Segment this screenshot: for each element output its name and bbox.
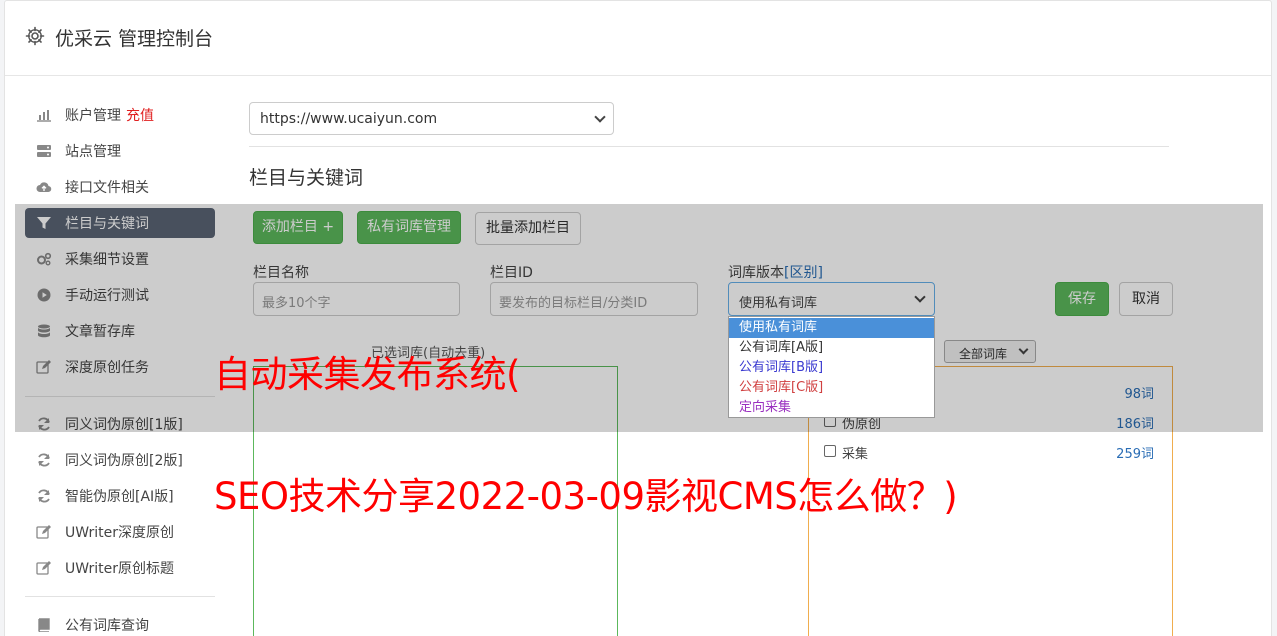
database-icon — [38, 324, 50, 338]
sidebar-item-uwriter-deep[interactable]: UWriter深度原创 — [25, 517, 215, 547]
recharge-link[interactable]: 充值 — [126, 108, 154, 124]
server-icon — [37, 145, 51, 157]
chevron-down-icon — [914, 291, 926, 303]
cloud-upload-icon — [36, 182, 52, 193]
bar-chart-icon — [37, 110, 51, 122]
sidebar-item-label: 深度原创任务 — [65, 360, 149, 376]
sidebar-item-manual-test[interactable]: 手动运行测试 — [25, 280, 215, 310]
sidebar-item-article-store[interactable]: 文章暂存库 — [25, 316, 215, 346]
lib-name: 采集 — [842, 447, 869, 462]
sidebar-divider — [25, 396, 215, 397]
column-id-label: 栏目ID — [490, 265, 533, 281]
sidebar-item-label: 文章暂存库 — [65, 324, 135, 340]
dropdown-option[interactable]: 使用私有词库 — [729, 318, 934, 338]
column-name-label: 栏目名称 — [253, 265, 309, 281]
sidebar-item-label: 接口文件相关 — [65, 180, 149, 196]
sidebar-item-label: 采集细节设置 — [65, 252, 149, 268]
refresh-icon — [38, 489, 50, 503]
sidebar-item-label: UWriter深度原创 — [65, 525, 174, 541]
lib-version-value: 使用私有词库 — [739, 296, 818, 311]
sidebar-item-label: 公有词库查询 — [65, 618, 149, 634]
overlay-headline-line2: SEO技术分享2022-03-09影视CMS怎么做？) — [214, 475, 958, 518]
lib-filter-value: 全部词库 — [959, 347, 1008, 361]
sidebar-item-synonym-v2[interactable]: 同义词伪原创[2版] — [25, 445, 215, 475]
console-card: 优采云 管理控制台 账户管理 充值 站点管理 接口文件相关 栏目与关键词 采集细节… — [4, 0, 1272, 636]
main-content: https://www.ucaiyun.com 栏目与关键词 添加栏目 + 私有… — [249, 1, 1174, 636]
save-button[interactable]: 保存 — [1055, 282, 1109, 316]
sidebar-item-interface[interactable]: 接口文件相关 — [25, 172, 215, 202]
lib-version-dropdown: 使用私有词库 公有词库[A版] 公有词库[B版] 公有词库[C版] 定向采集 — [728, 316, 935, 418]
lib-count: 259词 — [1116, 447, 1154, 462]
chevron-down-icon — [594, 111, 606, 123]
add-column-button[interactable]: 添加栏目 + — [253, 211, 343, 244]
console-title: 优采云 管理控制台 — [55, 28, 214, 50]
refresh-icon — [38, 453, 50, 467]
site-select-value: https://www.ucaiyun.com — [260, 111, 438, 127]
lib-version-select[interactable]: 使用私有词库 — [728, 282, 935, 316]
batch-add-button[interactable]: 批量添加栏目 — [475, 212, 581, 245]
cancel-button[interactable]: 取消 — [1119, 282, 1173, 316]
lib-version-text: 词库版本 — [728, 265, 784, 281]
sidebar-item-label: 智能伪原创[AI版] — [65, 489, 174, 505]
column-name-input[interactable]: 最多10个字 — [253, 282, 460, 316]
column-id-placeholder: 要发布的目标栏目/分类ID — [499, 296, 648, 311]
sidebar-item-label: UWriter原创标题 — [65, 561, 174, 577]
overlay-headline-line1: 自动采集发布系统( — [214, 353, 520, 396]
lib-checkbox[interactable] — [824, 445, 836, 457]
sidebar-item-account[interactable]: 账户管理 充值 — [25, 100, 215, 130]
edit-icon — [36, 561, 51, 575]
dropdown-option[interactable]: 公有词库[B版] — [729, 358, 934, 378]
lib-version-label: 词库版本[区别] — [728, 262, 823, 282]
sidebar-item-label: 同义词伪原创[2版] — [65, 453, 183, 469]
filter-icon — [37, 217, 51, 229]
sidebar-item-ai-rewrite[interactable]: 智能伪原创[AI版] — [25, 481, 215, 511]
play-icon — [37, 288, 51, 302]
dropdown-option[interactable]: 公有词库[C版] — [729, 378, 934, 398]
edit-icon — [36, 360, 51, 374]
column-name-placeholder: 最多10个字 — [262, 296, 331, 311]
lib-count: 186词 — [1116, 417, 1154, 432]
lib-filter-select[interactable]: 全部词库 — [944, 340, 1036, 363]
sidebar-item-label: 栏目与关键词 — [65, 216, 149, 232]
gear-icon — [25, 26, 45, 46]
refresh-icon — [38, 417, 50, 431]
divider — [249, 146, 1169, 147]
sidebar-item-label: 同义词伪原创[1版] — [65, 417, 183, 433]
sidebar-item-public-lib-query[interactable]: 公有词库查询 — [25, 610, 215, 636]
dropdown-option[interactable]: 公有词库[A版] — [729, 338, 934, 358]
column-id-input[interactable]: 要发布的目标栏目/分类ID — [490, 282, 698, 316]
chevron-down-icon — [1018, 344, 1029, 355]
sidebar-item-uwriter-title[interactable]: UWriter原创标题 — [25, 553, 215, 583]
sidebar-item-label: 手动运行测试 — [65, 288, 149, 304]
gears-icon — [37, 252, 52, 266]
site-select[interactable]: https://www.ucaiyun.com — [249, 102, 614, 135]
sidebar-item-label: 站点管理 — [65, 144, 121, 160]
edit-icon — [36, 525, 51, 539]
sidebar-item-sites[interactable]: 站点管理 — [25, 136, 215, 166]
dropdown-option[interactable]: 定向采集 — [729, 398, 934, 418]
lib-count: 98词 — [1124, 387, 1154, 402]
sidebar-item-synonym-v1[interactable]: 同义词伪原创[1版] — [25, 409, 215, 439]
sidebar-item-columns[interactable]: 栏目与关键词 — [25, 208, 215, 238]
section-title: 栏目与关键词 — [249, 167, 364, 189]
book-icon — [38, 618, 50, 632]
private-lib-button[interactable]: 私有词库管理 — [357, 211, 461, 244]
sidebar-item-label: 账户管理 — [65, 108, 121, 124]
sidebar-item-collect-settings[interactable]: 采集细节设置 — [25, 244, 215, 274]
list-item[interactable]: 采集 259词 — [824, 442, 1154, 462]
lib-diff-link[interactable]: [区别] — [784, 265, 823, 281]
sidebar-item-deep-original[interactable]: 深度原创任务 — [25, 352, 215, 382]
sidebar-divider — [25, 596, 215, 597]
